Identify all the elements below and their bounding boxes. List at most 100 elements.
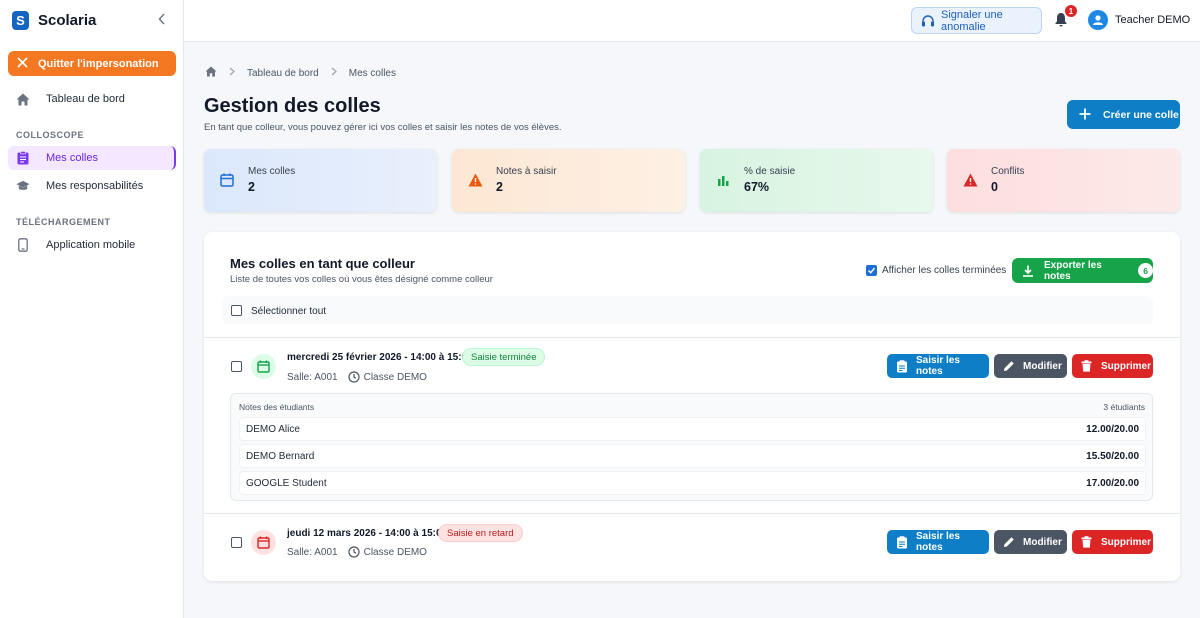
enter-grades-button[interactable]: Saisir les notes bbox=[887, 530, 989, 554]
stat-value: 67% bbox=[744, 180, 770, 194]
enter-grades-label: Saisir les notes bbox=[916, 355, 960, 377]
student-name: DEMO Bernard bbox=[246, 451, 315, 462]
enter-grades-button[interactable]: Saisir les notes bbox=[887, 354, 989, 378]
enter-grades-label: Saisir les notes bbox=[916, 531, 960, 553]
chevron-right-icon bbox=[229, 67, 235, 79]
edit-button[interactable]: Modifier bbox=[994, 530, 1067, 554]
create-colle-label: Créer une colle bbox=[1103, 108, 1179, 121]
list-title: Mes colles en tant que colleur bbox=[230, 256, 415, 271]
divider bbox=[204, 337, 1180, 338]
stat-label: % de saisie bbox=[744, 166, 796, 177]
stat-value: 0 bbox=[991, 180, 998, 194]
edit-label: Modifier bbox=[1023, 536, 1062, 548]
breadcrumb-dashboard-link[interactable]: Tableau de bord bbox=[247, 68, 319, 79]
close-icon bbox=[17, 57, 29, 70]
export-count-badge: 6 bbox=[1138, 263, 1153, 278]
delete-button[interactable]: Supprimer bbox=[1072, 354, 1153, 378]
sidebar: S Scolaria Quitter l'impersonation Table… bbox=[0, 0, 184, 618]
grades-panel: Notes des étudiants 3 étudiants DEMO Ali… bbox=[230, 393, 1153, 501]
quit-impersonation-button[interactable]: Quitter l'impersonation bbox=[8, 51, 176, 76]
stat-label: Mes colles bbox=[248, 166, 296, 177]
select-all-bar bbox=[222, 296, 1153, 324]
stat-card-pourcentage-saisie: % de saisie 67% bbox=[700, 149, 933, 212]
status-badge: Saisie en retard bbox=[438, 524, 523, 542]
sidebar-item-dashboard[interactable]: Tableau de bord bbox=[8, 87, 176, 111]
session-checkbox[interactable] bbox=[231, 537, 242, 548]
session-room: Salle: A001 bbox=[287, 546, 338, 558]
edit-label: Modifier bbox=[1023, 360, 1062, 372]
report-anomaly-label: Signaler une anomalie bbox=[941, 8, 1003, 33]
sidebar-section-colloscope: COLLOSCOPE bbox=[16, 130, 85, 140]
brand[interactable]: S Scolaria bbox=[12, 10, 96, 30]
pencil-icon bbox=[1003, 360, 1015, 372]
student-name: GOOGLE Student bbox=[246, 478, 327, 489]
report-anomaly-button[interactable]: Signaler une anomalie bbox=[911, 7, 1042, 34]
warning-icon bbox=[963, 173, 978, 188]
app-name: Scolaria bbox=[38, 11, 97, 29]
sidebar-item-mes-colles[interactable]: Mes colles bbox=[8, 146, 176, 170]
page-subtitle: En tant que colleur, vous pouvez gérer i… bbox=[204, 122, 562, 133]
clipboard-icon bbox=[16, 151, 30, 165]
quit-impersonation-label: Quitter l'impersonation bbox=[38, 57, 159, 70]
sidebar-item-label: Tableau de bord bbox=[46, 93, 125, 105]
pencil-icon bbox=[1003, 536, 1015, 548]
session-checkbox[interactable] bbox=[231, 361, 242, 372]
home-icon[interactable] bbox=[205, 66, 217, 80]
delete-label: Supprimer bbox=[1101, 536, 1152, 548]
breadcrumb-current: Mes colles bbox=[348, 67, 396, 79]
calendar-icon bbox=[220, 173, 235, 188]
headset-icon bbox=[921, 14, 935, 28]
divider bbox=[204, 513, 1180, 514]
sidebar-section-download: TÉLÉCHARGEMENT bbox=[16, 217, 111, 227]
app-logo: S bbox=[12, 10, 29, 30]
avatar[interactable] bbox=[1088, 10, 1108, 30]
grade-row: GOOGLE Student 17.00/20.00 bbox=[239, 471, 1146, 495]
sidebar-item-label: Mes responsabilités bbox=[46, 180, 144, 192]
stat-card-mes-colles: Mes colles 2 bbox=[204, 149, 437, 212]
sidebar-item-mes-responsabilites[interactable]: Mes responsabilités bbox=[8, 174, 176, 198]
session-date: jeudi 12 mars 2026 - 14:00 à 15:00 bbox=[287, 528, 448, 539]
sidebar-item-mobile-app[interactable]: Application mobile bbox=[8, 233, 176, 257]
delete-button[interactable]: Supprimer bbox=[1072, 530, 1153, 554]
colles-list-card: Mes colles en tant que colleur Liste de … bbox=[204, 232, 1180, 581]
notification-badge: 1 bbox=[1065, 5, 1077, 17]
chevron-left-icon[interactable] bbox=[156, 12, 168, 28]
grade-row: DEMO Alice 12.00/20.00 bbox=[239, 417, 1146, 441]
download-icon bbox=[1022, 265, 1034, 277]
clipboard-icon bbox=[896, 360, 908, 373]
show-finished-label[interactable]: Afficher les colles terminées bbox=[882, 265, 1006, 276]
select-all-checkbox[interactable] bbox=[231, 305, 242, 316]
topbar: Signaler une anomalie 1 Teacher DEMO bbox=[184, 0, 1200, 42]
trash-icon bbox=[1081, 360, 1093, 372]
sidebar-item-label: Mes colles bbox=[46, 152, 98, 164]
stat-value: 2 bbox=[496, 180, 503, 194]
create-colle-button[interactable]: Créer une colle bbox=[1067, 100, 1180, 129]
show-finished-checkbox[interactable] bbox=[866, 265, 877, 276]
trash-icon bbox=[1081, 536, 1093, 548]
sidebar-item-label: Application mobile bbox=[46, 239, 136, 251]
export-grades-button[interactable]: Exporter les notes 6 bbox=[1012, 258, 1153, 283]
status-badge: Saisie terminée bbox=[462, 348, 546, 366]
student-grade: 15.50/20.00 bbox=[1086, 451, 1139, 462]
grade-row: DEMO Bernard 15.50/20.00 bbox=[239, 444, 1146, 468]
stat-value: 2 bbox=[248, 180, 255, 194]
user-name[interactable]: Teacher DEMO bbox=[1115, 14, 1190, 26]
delete-label: Supprimer bbox=[1101, 360, 1152, 372]
session-room: Salle: A001 bbox=[287, 371, 338, 383]
stat-card-notes-a-saisir: Notes à saisir 2 bbox=[452, 149, 685, 212]
session-meta: Salle: A001 Classe DEMO bbox=[287, 546, 427, 558]
bar-chart-icon bbox=[716, 173, 731, 188]
clock-icon bbox=[348, 546, 360, 558]
smartphone-icon bbox=[16, 238, 30, 252]
graduation-cap-icon bbox=[16, 179, 30, 193]
clock-icon bbox=[348, 371, 360, 383]
chevron-right-icon bbox=[331, 67, 337, 79]
session-class: Classe DEMO bbox=[363, 371, 427, 383]
session-meta: Salle: A001 Classe DEMO bbox=[287, 371, 427, 383]
stat-card-conflits: Conflits 0 bbox=[947, 149, 1180, 212]
plus-icon bbox=[1079, 108, 1091, 122]
student-grade: 12.00/20.00 bbox=[1086, 424, 1139, 435]
session-class: Classe DEMO bbox=[363, 546, 427, 558]
select-all-label[interactable]: Sélectionner tout bbox=[251, 306, 326, 317]
edit-button[interactable]: Modifier bbox=[994, 354, 1067, 378]
